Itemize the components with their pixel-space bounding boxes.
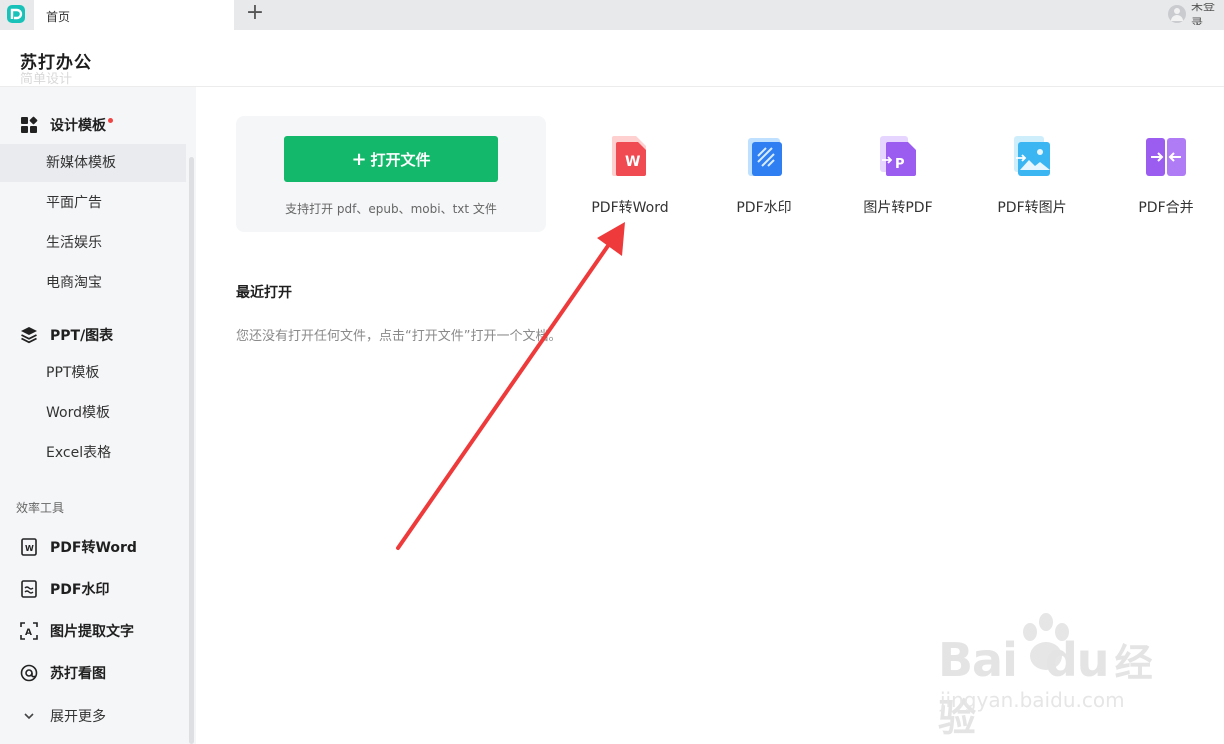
- expand-more-label: 展开更多: [50, 709, 106, 725]
- chevron-down-icon: [20, 707, 38, 725]
- recent-title: 最近打开: [236, 285, 292, 301]
- tool-label: PDF转图片: [997, 200, 1067, 216]
- tool-label: PDF合并: [1138, 200, 1194, 216]
- sidebar-tool-label: 苏打看图: [50, 666, 106, 682]
- open-file-button[interactable]: + 打开文件: [284, 136, 498, 182]
- recent-empty-message: 您还没有打开任何文件，点击“打开文件”打开一个文档。: [236, 329, 562, 344]
- tool-pdf-watermark[interactable]: PDF水印: [704, 130, 824, 220]
- svg-text:P: P: [895, 157, 905, 172]
- image-viewer-icon: [20, 664, 38, 682]
- sidebar-section-label: 设计模板: [50, 118, 106, 134]
- pdf-to-word-icon: W: [612, 136, 646, 176]
- watermark-url: jingyan.baidu.com: [940, 688, 1125, 712]
- sidebar-section-ppt[interactable]: PPT/图表: [20, 325, 113, 345]
- sidebar-item-excel[interactable]: Excel表格: [0, 434, 186, 472]
- watermark-logo-bai: Bai: [938, 633, 1018, 687]
- watermark-logo-du: du: [1044, 633, 1110, 687]
- app-header: 简单设计 苏打办公: [0, 30, 1224, 87]
- sidebar-item-print-ads[interactable]: 平面广告: [0, 184, 186, 222]
- sidebar-section-label: PPT/图表: [50, 328, 114, 344]
- sidebar-item-ecommerce[interactable]: 电商淘宝: [0, 264, 186, 302]
- open-file-label: 打开文件: [370, 150, 431, 169]
- tool-image-to-pdf[interactable]: P 图片转PDF: [838, 130, 958, 220]
- pdf-watermark-icon: [748, 138, 782, 176]
- tool-pdf-to-word[interactable]: W PDF转Word: [570, 130, 690, 220]
- layers-icon: [20, 326, 38, 344]
- grid-icon: [20, 116, 38, 134]
- user-login[interactable]: 未登录: [1168, 3, 1224, 25]
- pdf-merge-icon: [1146, 138, 1186, 176]
- tool-label: PDF水印: [736, 200, 792, 216]
- sidebar-tool-label: 图片提取文字: [50, 624, 134, 640]
- open-file-hint: 支持打开 pdf、epub、mobi、txt 文件: [285, 202, 497, 216]
- sidebar-item-ppt-templates[interactable]: PPT模板: [0, 354, 186, 392]
- expand-more-button[interactable]: 展开更多: [20, 706, 106, 726]
- sidebar-section-design[interactable]: 设计模板: [20, 115, 113, 135]
- sidebar-tool-label: PDF转Word: [50, 540, 137, 556]
- sidebar-tool-image-viewer[interactable]: 苏打看图: [20, 663, 106, 683]
- svg-text:W: W: [625, 154, 640, 170]
- svg-text:A: A: [25, 628, 32, 638]
- app-logo-icon: [7, 5, 25, 23]
- pdf-to-image-icon: [1014, 136, 1050, 176]
- add-tab-button[interactable]: +: [244, 2, 266, 25]
- sidebar-tool-pdf-watermark[interactable]: PDF水印: [20, 579, 109, 599]
- text-scan-icon: A: [20, 622, 38, 640]
- tab-bar: 首页 + 未登录: [0, 0, 1224, 30]
- tool-label: PDF转Word: [591, 200, 669, 216]
- tools-group-label: 效率工具: [16, 501, 65, 515]
- user-label: 未登录: [1191, 3, 1216, 25]
- app-title: 苏打办公: [20, 53, 92, 73]
- svg-text:W: W: [25, 544, 34, 553]
- sidebar-scrollbar[interactable]: [189, 157, 194, 744]
- sidebar-tool-ocr[interactable]: A 图片提取文字: [20, 621, 134, 641]
- tab-label: 首页: [46, 10, 71, 24]
- sidebar-tool-pdf-to-word[interactable]: W PDF转Word: [20, 537, 137, 557]
- tab-home[interactable]: 首页: [34, 0, 234, 30]
- watermark-logo: Bai du 经验: [938, 632, 1178, 742]
- word-doc-icon: W: [20, 538, 38, 556]
- sidebar-item-word-templates[interactable]: Word模板: [0, 394, 186, 432]
- image-to-pdf-icon: P: [880, 136, 916, 176]
- avatar: [1168, 5, 1186, 23]
- watermark-icon: [20, 580, 38, 598]
- sidebar-tool-label: PDF水印: [50, 582, 110, 598]
- sidebar-item-lifestyle[interactable]: 生活娱乐: [0, 224, 186, 262]
- baidu-watermark: Bai du 经验 jingyan.baidu.com: [938, 610, 1178, 740]
- open-file-card: + 打开文件 支持打开 pdf、epub、mobi、txt 文件: [236, 116, 546, 232]
- tool-label: 图片转PDF: [863, 200, 933, 216]
- tool-pdf-merge[interactable]: PDF合并: [1106, 130, 1224, 220]
- new-badge: [108, 117, 113, 123]
- plus-icon: +: [351, 148, 367, 170]
- sidebar: 设计模板 新媒体模板 平面广告 生活娱乐 电商淘宝 PPT/图表 PPT模板 W…: [0, 87, 196, 744]
- sidebar-item-new-media[interactable]: 新媒体模板: [0, 144, 186, 182]
- tool-pdf-to-image[interactable]: PDF转图片: [972, 130, 1092, 220]
